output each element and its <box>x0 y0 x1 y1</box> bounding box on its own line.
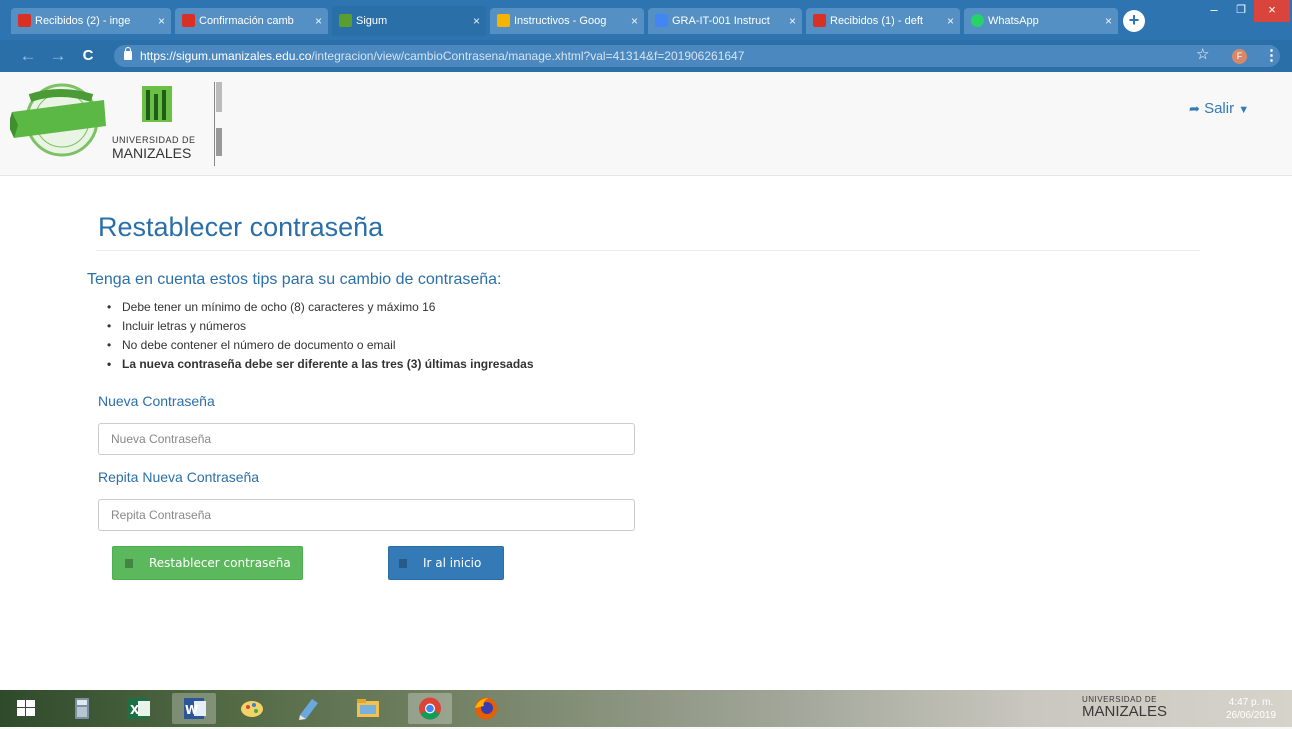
svg-text:W: W <box>185 703 198 717</box>
tab-recibidos-1[interactable]: Recibidos (1) - deft × <box>806 8 960 34</box>
tab-sigum[interactable]: Sigum × <box>332 6 486 36</box>
tab-label: WhatsApp <box>988 15 1039 27</box>
tip-item: Incluir letras y números <box>107 318 534 337</box>
maximize-button[interactable]: ❐ <box>1228 0 1254 22</box>
reset-password-button[interactable]: Restablecer contraseña <box>112 546 303 580</box>
docs-icon <box>655 14 668 27</box>
logo-text-line1: UNIVERSIDAD DE <box>112 135 196 145</box>
firefox-icon[interactable] <box>464 693 508 724</box>
title-divider <box>96 250 1200 251</box>
tips-heading: Tenga en cuenta estos tips para su cambi… <box>87 271 502 288</box>
whatsapp-icon <box>971 14 984 27</box>
new-password-input[interactable] <box>98 423 635 455</box>
tab-whatsapp[interactable]: WhatsApp × <box>964 8 1118 34</box>
chrome-icon[interactable] <box>408 693 452 724</box>
tab-close-icon[interactable]: × <box>789 14 796 28</box>
tray-brand-logo: UNIVERSIDAD DE MANIZALES <box>1082 694 1168 720</box>
url-host: https://sigum.umanizales.edu.co <box>140 49 312 63</box>
tab-close-icon[interactable]: × <box>158 14 165 28</box>
browser-tab-strip: Recibidos (2) - inge × Confirmación camb… <box>0 0 1292 40</box>
tab-gra-it-001[interactable]: GRA-IT-001 Instruct × <box>648 8 802 34</box>
clock-date: 26/06/2019 <box>1226 710 1277 721</box>
tips-list: Debe tener un mínimo de ocho (8) caracte… <box>107 299 534 375</box>
tab-label: Instructivos - Goog <box>514 15 607 27</box>
tab-close-icon[interactable]: × <box>631 14 638 28</box>
tab-label: Confirmación camb <box>199 15 294 27</box>
go-home-label: Ir al inicio <box>423 556 482 570</box>
logout-menu[interactable]: ➦ Salir ▼ <box>1189 100 1249 117</box>
caret-down-icon: ▼ <box>1238 104 1250 116</box>
gmail-icon <box>18 14 31 27</box>
tab-close-icon[interactable]: × <box>1105 14 1112 28</box>
save-icon <box>125 558 133 568</box>
page-title: Restablecer contraseña <box>98 212 384 242</box>
tip-item: No debe contener el número de documento … <box>107 337 534 356</box>
gmail-icon <box>813 14 826 27</box>
windows-taskbar: X W UNIVERSIDAD DE MANIZALES 4:47 p. m. … <box>0 690 1292 727</box>
tab-instructivos[interactable]: Instructivos - Goog × <box>490 8 644 34</box>
new-tab-button[interactable]: + <box>1123 10 1145 32</box>
tray-brand-line2: MANIZALES <box>1082 703 1168 720</box>
notepad-icon[interactable] <box>286 693 330 724</box>
sigum-icon <box>339 14 352 27</box>
reset-password-label: Restablecer contraseña <box>149 556 291 570</box>
tab-label: Recibidos (2) - inge <box>35 15 131 27</box>
tab-close-icon[interactable]: × <box>315 14 322 28</box>
tip-item: Debe tener un mínimo de ocho (8) caracte… <box>107 299 534 318</box>
excel-icon[interactable]: X <box>116 693 160 724</box>
tab-label: GRA-IT-001 Instruct <box>672 15 770 27</box>
home-icon <box>399 558 407 568</box>
tab-confirmacion[interactable]: Confirmación camb × <box>175 8 328 34</box>
svg-text:X: X <box>130 703 140 717</box>
file-explorer-icon[interactable] <box>346 693 390 724</box>
paint-icon[interactable] <box>230 693 274 724</box>
reload-button[interactable]: C <box>78 46 98 66</box>
tip-item-important: La nueva contraseña debe ser diferente a… <box>107 356 534 375</box>
clock-time: 4:47 p. m. <box>1228 697 1274 708</box>
system-clock[interactable]: 4:47 p. m. 26/06/2019 <box>1226 696 1276 722</box>
bookmark-star-icon[interactable]: ☆ <box>1196 45 1209 63</box>
new-password-label: Nueva Contraseña <box>98 393 215 409</box>
calculator-icon[interactable] <box>60 693 104 724</box>
drive-icon <box>497 14 510 27</box>
browser-toolbar: ← → C https://sigum.umanizales.edu.co/in… <box>0 40 1292 72</box>
accreditation-seal-logo <box>10 83 106 157</box>
close-window-button[interactable]: × <box>1254 0 1290 22</box>
sign-out-icon: ➦ <box>1189 101 1200 116</box>
logout-label: Salir <box>1204 100 1235 117</box>
forward-button[interactable]: → <box>48 46 68 66</box>
logo-text-line2: MANIZALES <box>112 145 191 161</box>
profile-avatar[interactable]: F <box>1232 49 1247 64</box>
go-home-button[interactable]: Ir al inicio <box>388 546 504 580</box>
tab-close-icon[interactable]: × <box>473 14 480 28</box>
universidad-manizales-logo: UNIVERSIDAD DE MANIZALES <box>112 82 222 166</box>
site-header: UNIVERSIDAD DE MANIZALES <box>0 72 1292 176</box>
back-button[interactable]: ← <box>18 46 38 66</box>
word-icon[interactable]: W <box>172 693 216 724</box>
lock-icon <box>124 47 132 60</box>
repeat-password-input[interactable] <box>98 499 635 531</box>
repeat-password-label: Repita Nueva Contraseña <box>98 469 260 485</box>
url-path: /integracion/view/cambioContrasena/manag… <box>311 49 745 63</box>
tab-close-icon[interactable]: × <box>947 14 954 28</box>
gmail-icon <box>182 14 195 27</box>
address-bar[interactable]: https://sigum.umanizales.edu.co/integrac… <box>114 45 1280 67</box>
browser-menu-icon[interactable]: ⋮ <box>1264 46 1279 64</box>
minimize-button[interactable]: – <box>1200 0 1228 22</box>
tab-label: Sigum <box>356 15 388 27</box>
windows-start-icon[interactable] <box>4 693 48 724</box>
tab-label: Recibidos (1) - deft <box>830 15 923 27</box>
tab-recibidos-2[interactable]: Recibidos (2) - inge × <box>11 8 171 34</box>
